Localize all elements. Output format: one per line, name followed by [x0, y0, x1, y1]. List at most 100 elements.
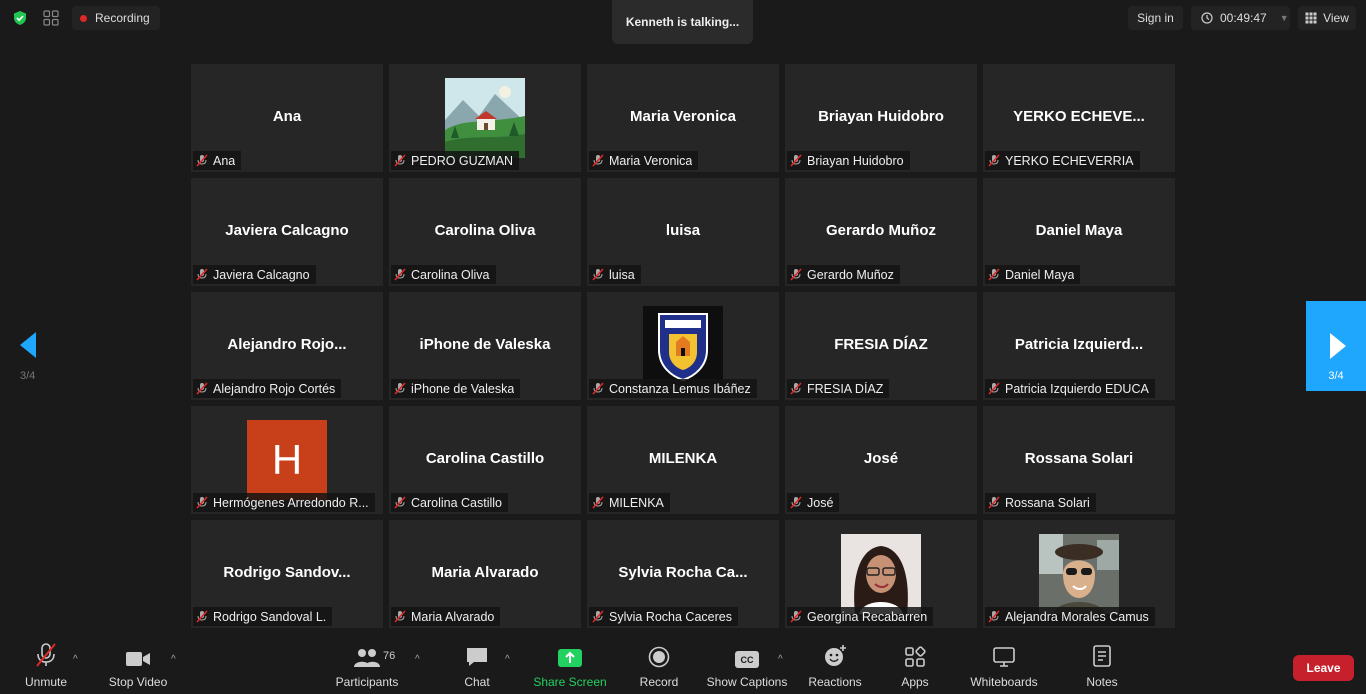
meeting-info-grid-icon[interactable]: [42, 9, 60, 27]
participant-display-name: Patricia Izquierd...: [1014, 336, 1144, 353]
participant-tile[interactable]: MILENKA MILENKA: [587, 406, 779, 514]
smiley-reaction-icon: [825, 645, 846, 666]
participant-display-name: Briayan Huidobro: [818, 108, 944, 125]
participant-display-name: Sylvia Rocha Ca...: [618, 564, 748, 581]
participant-display-name: Alejandro Rojo...: [227, 336, 347, 353]
muted-microphone-icon: [196, 610, 208, 623]
participant-name-label: Ana: [193, 151, 242, 170]
participant-tile[interactable]: luisa luisa: [587, 178, 779, 286]
video-options-chevron-icon[interactable]: ^: [171, 654, 176, 665]
apps-button[interactable]: Apps: [898, 636, 932, 694]
captions-options-chevron-icon[interactable]: ^: [778, 654, 783, 665]
encryption-shield-icon[interactable]: [12, 10, 28, 26]
notes-button[interactable]: Notes: [1084, 636, 1120, 694]
participant-tile[interactable]: PEDRO GUZMAN: [389, 64, 581, 172]
participant-tile[interactable]: Carolina Oliva Carolina Oliva: [389, 178, 581, 286]
next-page-button[interactable]: 3/4: [1306, 301, 1366, 391]
participant-display-name: Maria Veronica: [630, 108, 736, 125]
participant-tile[interactable]: Rodrigo Sandov... Rodrigo Sandoval L.: [191, 520, 383, 628]
record-button[interactable]: Record: [638, 636, 680, 694]
participant-name: Javiera Calcagno: [213, 267, 310, 282]
participant-tile[interactable]: Ana Ana: [191, 64, 383, 172]
sign-in-button[interactable]: Sign in: [1128, 6, 1183, 30]
participant-name: Ana: [213, 153, 236, 168]
recording-label: Recording: [95, 11, 150, 25]
participants-options-chevron-icon[interactable]: ^: [415, 654, 420, 665]
previous-page-button[interactable]: 3/4: [14, 330, 46, 390]
audio-options-chevron-icon[interactable]: ^: [73, 654, 78, 665]
participant-tile[interactable]: Javiera Calcagno Javiera Calcagno: [191, 178, 383, 286]
participant-name: YERKO ECHEVERRIA: [1005, 153, 1134, 168]
participant-name-label: Constanza Lemus Ibáñez: [589, 379, 757, 398]
participant-name: iPhone de Valeska: [411, 381, 515, 396]
participant-tile[interactable]: Daniel Maya Daniel Maya: [983, 178, 1175, 286]
chat-label: Chat: [464, 675, 490, 689]
share-screen-icon: [558, 649, 582, 667]
participants-icon: [354, 649, 380, 667]
participant-tile[interactable]: Maria Alvarado Maria Alvarado: [389, 520, 581, 628]
participant-tile[interactable]: YERKO ECHEVE... YERKO ECHEVERRIA: [983, 64, 1175, 172]
participant-tile[interactable]: Georgina Recabarren: [785, 520, 977, 628]
muted-microphone-icon: [196, 268, 208, 281]
participant-name: Briayan Huidobro: [807, 153, 904, 168]
participants-button[interactable]: Participants: [334, 636, 400, 694]
apps-label: Apps: [901, 675, 929, 689]
participant-tile[interactable]: iPhone de Valeska iPhone de Valeska: [389, 292, 581, 400]
notes-label: Notes: [1086, 675, 1118, 689]
participant-name-label: Sylvia Rocha Caceres: [589, 607, 738, 626]
participant-name: Georgina Recabarren: [807, 609, 928, 624]
reactions-button[interactable]: Reactions: [807, 636, 863, 694]
participant-tile[interactable]: Briayan Huidobro Briayan Huidobro: [785, 64, 977, 172]
participant-tile[interactable]: Constanza Lemus Ibáñez: [587, 292, 779, 400]
participant-tile[interactable]: Alejandra Morales Camus: [983, 520, 1175, 628]
share-screen-button[interactable]: Share Screen: [533, 636, 607, 694]
participant-name-label: FRESIA DÍAZ: [787, 379, 890, 398]
chat-button[interactable]: Chat: [462, 636, 492, 694]
leave-button[interactable]: Leave: [1293, 655, 1354, 681]
participant-tile[interactable]: Maria Veronica Maria Veronica: [587, 64, 779, 172]
participant-name-label: MILENKA: [589, 493, 670, 512]
muted-microphone-icon: [988, 610, 1000, 623]
participant-name: Sylvia Rocha Caceres: [609, 609, 732, 624]
participant-name: Carolina Oliva: [411, 267, 490, 282]
participant-display-name: Maria Alvarado: [431, 564, 539, 581]
participant-display-name: YERKO ECHEVE...: [1013, 108, 1145, 125]
muted-microphone-icon: [196, 496, 208, 509]
whiteboards-button[interactable]: Whiteboards: [968, 636, 1040, 694]
participant-tile[interactable]: Sylvia Rocha Ca... Sylvia Rocha Caceres: [587, 520, 779, 628]
video-camera-icon: [126, 652, 150, 666]
avatar-letter: H: [271, 436, 303, 483]
participant-tile[interactable]: Patricia Izquierd... Patricia Izquierdo E…: [983, 292, 1175, 400]
muted-microphone-icon: [988, 496, 1000, 509]
participant-name-label: Hermógenes Arredondo R...: [193, 493, 375, 512]
participant-name-label: Maria Alvarado: [391, 607, 501, 626]
whiteboard-icon: [993, 647, 1015, 667]
chat-options-chevron-icon[interactable]: ^: [505, 654, 510, 665]
participant-name-label: Rodrigo Sandoval L.: [193, 607, 333, 626]
record-label: Record: [639, 675, 679, 689]
next-page-indicator: 3/4: [1328, 370, 1344, 382]
participant-name-label: PEDRO GUZMAN: [391, 151, 520, 170]
clock-icon: [1201, 12, 1213, 24]
participant-tile[interactable]: FRESIA DÍAZ FRESIA DÍAZ: [785, 292, 977, 400]
participant-tile[interactable]: H Hermógenes Arredondo R...: [191, 406, 383, 514]
participant-tile[interactable]: Alejandro Rojo... Alejandro Rojo Cortés: [191, 292, 383, 400]
stop-video-button[interactable]: Stop Video: [106, 636, 170, 694]
participant-tile[interactable]: Gerardo Muñoz Gerardo Muñoz: [785, 178, 977, 286]
muted-microphone-icon: [196, 382, 208, 395]
meeting-timer[interactable]: 00:49:47 ▼: [1191, 6, 1290, 30]
participant-tile[interactable]: José José: [785, 406, 977, 514]
participant-display-name: Javiera Calcagno: [225, 222, 349, 239]
view-button[interactable]: View: [1298, 6, 1356, 30]
participant-tile[interactable]: Rossana Solari Rossana Solari: [983, 406, 1175, 514]
unmute-button[interactable]: Unmute: [22, 636, 70, 694]
participant-name: FRESIA DÍAZ: [807, 381, 884, 396]
participant-name-label: Gerardo Muñoz: [787, 265, 900, 284]
participant-tile[interactable]: Carolina Castillo Carolina Castillo: [389, 406, 581, 514]
muted-microphone-icon: [394, 268, 406, 281]
muted-microphone-icon: [790, 268, 802, 281]
participant-name: Hermógenes Arredondo R...: [213, 495, 369, 510]
show-captions-button[interactable]: CC Show Captions: [706, 636, 788, 694]
recording-indicator[interactable]: Recording: [72, 6, 160, 30]
participant-name-label: Briayan Huidobro: [787, 151, 910, 170]
